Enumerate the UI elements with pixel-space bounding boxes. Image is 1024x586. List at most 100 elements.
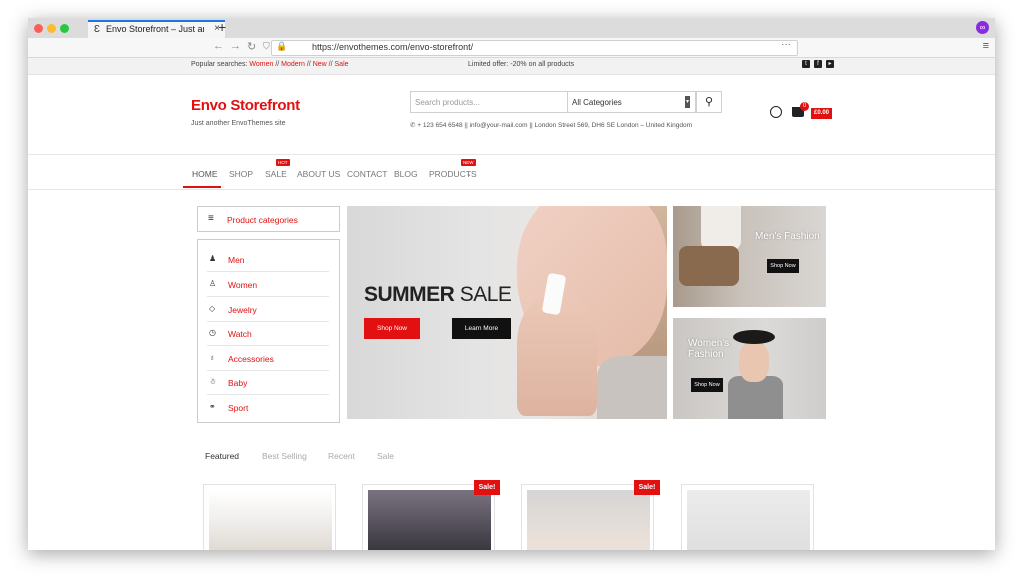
contact-text: + 123 654 6548 || info@your-mail.com || … [417, 122, 693, 129]
sale-badge: Sale! [474, 480, 500, 495]
new-tab-button[interactable]: + [218, 19, 226, 35]
promo-image-woman-face [739, 342, 769, 382]
top-info-bar: Popular searches: Women // Modern // New… [28, 58, 995, 75]
clock-icon: ◷ [209, 328, 216, 337]
lock-icon: 🔒 [276, 41, 288, 51]
search-button[interactable]: ⚲ [696, 91, 722, 113]
hot-badge: HOT [276, 159, 290, 166]
hero-learn-more-button[interactable]: Learn More [452, 318, 511, 339]
category-select-value: All Categories [572, 98, 622, 107]
tab-featured[interactable]: Featured [205, 451, 239, 461]
nav-about-us[interactable]: ABOUT US [297, 169, 340, 179]
youtube-icon[interactable]: ▸ [826, 60, 834, 68]
product-card[interactable] [203, 484, 336, 550]
category-list: ♟ Men ♙ Women ◇ Jewelry ◷ Watch ♁ Access… [197, 239, 340, 423]
browser-toolbar: ← → ↻ ⛉ 🔒 https://envothemes.com/envo-st… [28, 38, 995, 58]
separator: // [275, 61, 280, 68]
hero-banner: SUMMER SALE Shop Now Learn More [347, 206, 667, 419]
category-item-jewelry[interactable]: ◇ Jewelry [207, 297, 329, 322]
hero-title-bold: SUMMER [364, 283, 455, 306]
facebook-icon[interactable]: f [814, 60, 822, 68]
chevron-down-icon: ▾ [685, 96, 690, 108]
mens-fashion-promo[interactable]: Men's Fashion Shop Now [673, 206, 826, 307]
popular-link-modern[interactable]: Modern [281, 61, 305, 68]
popular-searches: Popular searches: Women // Modern // New… [191, 61, 349, 68]
search-input[interactable]: Search products... [415, 98, 480, 107]
category-label: Baby [228, 378, 248, 388]
product-image [209, 490, 332, 550]
main-navigation: HOME SHOP SALE HOT ABOUT US CONTACT BLOG… [28, 154, 995, 190]
category-item-sport[interactable]: ⚭ Sport [207, 395, 329, 419]
reload-icon[interactable]: ↻ [247, 40, 256, 53]
shield-icon[interactable]: ⛉ [263, 41, 270, 52]
category-item-men[interactable]: ♟ Men [207, 247, 329, 272]
address-bar[interactable]: 🔒 https://envothemes.com/envo-storefront… [271, 39, 798, 56]
category-item-women[interactable]: ♙ Women [207, 272, 329, 297]
product-card[interactable] [681, 484, 814, 550]
maximize-window-button[interactable] [60, 24, 69, 33]
back-arrow-icon[interactable]: ← [213, 40, 224, 52]
cart-total[interactable]: £0.00 [811, 108, 832, 119]
twitter-icon[interactable]: t [802, 60, 810, 68]
product-image [527, 490, 650, 550]
browser-window: Ɛ Envo Storefront – Just an × + ∞ ← → ↻ … [28, 18, 995, 550]
mens-fashion-title: Men's Fashion [755, 231, 820, 242]
nav-sale[interactable]: SALE [265, 169, 287, 179]
promo-image-woman-hat [733, 330, 775, 344]
nav-shop[interactable]: SHOP [229, 169, 253, 179]
hero-image-shirt [597, 356, 667, 419]
promo-image-man-legs [679, 246, 739, 286]
site-logo[interactable]: Envo Storefront [191, 97, 300, 114]
private-browsing-icon: ∞ [976, 21, 989, 34]
popular-link-women[interactable]: Women [249, 61, 273, 68]
popular-link-sale[interactable]: Sale [335, 61, 349, 68]
tab-sale[interactable]: Sale [377, 451, 394, 461]
category-item-baby[interactable]: ☃ Baby [207, 370, 329, 395]
category-label: Women [228, 280, 258, 290]
hero-shop-now-button[interactable]: Shop Now [364, 318, 420, 339]
account-icon[interactable] [770, 106, 782, 118]
tab-title: Envo Storefront – Just an [106, 24, 204, 34]
womens-fashion-promo[interactable]: Women's Fashion Shop Now [673, 318, 826, 419]
nav-blog[interactable]: BLOG [394, 169, 418, 179]
nav-contact[interactable]: CONTACT [347, 169, 387, 179]
url-text: https://envothemes.com/envo-storefront/ [312, 42, 474, 52]
popular-link-new[interactable]: New [313, 61, 327, 68]
product-image [687, 490, 810, 550]
contact-info: ✆ + 123 654 6548 || info@your-mail.com |… [410, 121, 692, 129]
nav-home[interactable]: HOME [192, 169, 218, 179]
promo-image-man [701, 206, 741, 251]
hero-title: SUMMER SALE [364, 283, 512, 307]
category-label: Men [228, 255, 245, 265]
category-label: Jewelry [228, 305, 257, 315]
close-window-button[interactable] [34, 24, 43, 33]
site-tagline: Just another EnvoThemes site [191, 120, 286, 127]
diamond-icon: ◇ [209, 304, 216, 313]
lightbulb-icon: ♁ [209, 353, 215, 362]
womens-fashion-title-line1: Women's [688, 338, 730, 349]
category-select[interactable]: All Categories ▾ [567, 92, 691, 112]
product-search-form: Search products... All Categories ▾ [410, 91, 696, 113]
sale-badge: Sale! [634, 480, 660, 495]
site-favicon-icon: Ɛ [94, 24, 101, 35]
product-categories-toggle[interactable]: ≡ Product categories [197, 206, 340, 232]
page-actions-icon[interactable]: ··· [781, 39, 791, 50]
category-item-watch[interactable]: ◷ Watch [207, 321, 329, 346]
womens-shop-now-button[interactable]: Shop Now [691, 378, 723, 392]
forward-arrow-icon[interactable]: → [230, 40, 241, 52]
hamburger-menu-icon[interactable]: ≡ [983, 40, 989, 52]
browser-tab[interactable]: Ɛ Envo Storefront – Just an × [88, 20, 225, 38]
tab-recent[interactable]: Recent [328, 451, 355, 461]
promo-image-woman-coat [728, 376, 783, 419]
new-badge: NEW [461, 159, 476, 166]
product-categories-label: Product categories [227, 215, 298, 225]
man-icon: ♟ [209, 254, 217, 263]
mens-shop-now-button[interactable]: Shop Now [767, 259, 799, 273]
category-item-accessories[interactable]: ♁ Accessories [207, 346, 329, 371]
minimize-window-button[interactable] [47, 24, 56, 33]
womens-fashion-title: Women's Fashion [688, 338, 729, 360]
hero-title-light: SALE [459, 283, 512, 306]
phone-icon: ✆ [410, 122, 416, 129]
tab-best-selling[interactable]: Best Selling [262, 451, 307, 461]
baby-icon: ☃ [209, 377, 217, 386]
